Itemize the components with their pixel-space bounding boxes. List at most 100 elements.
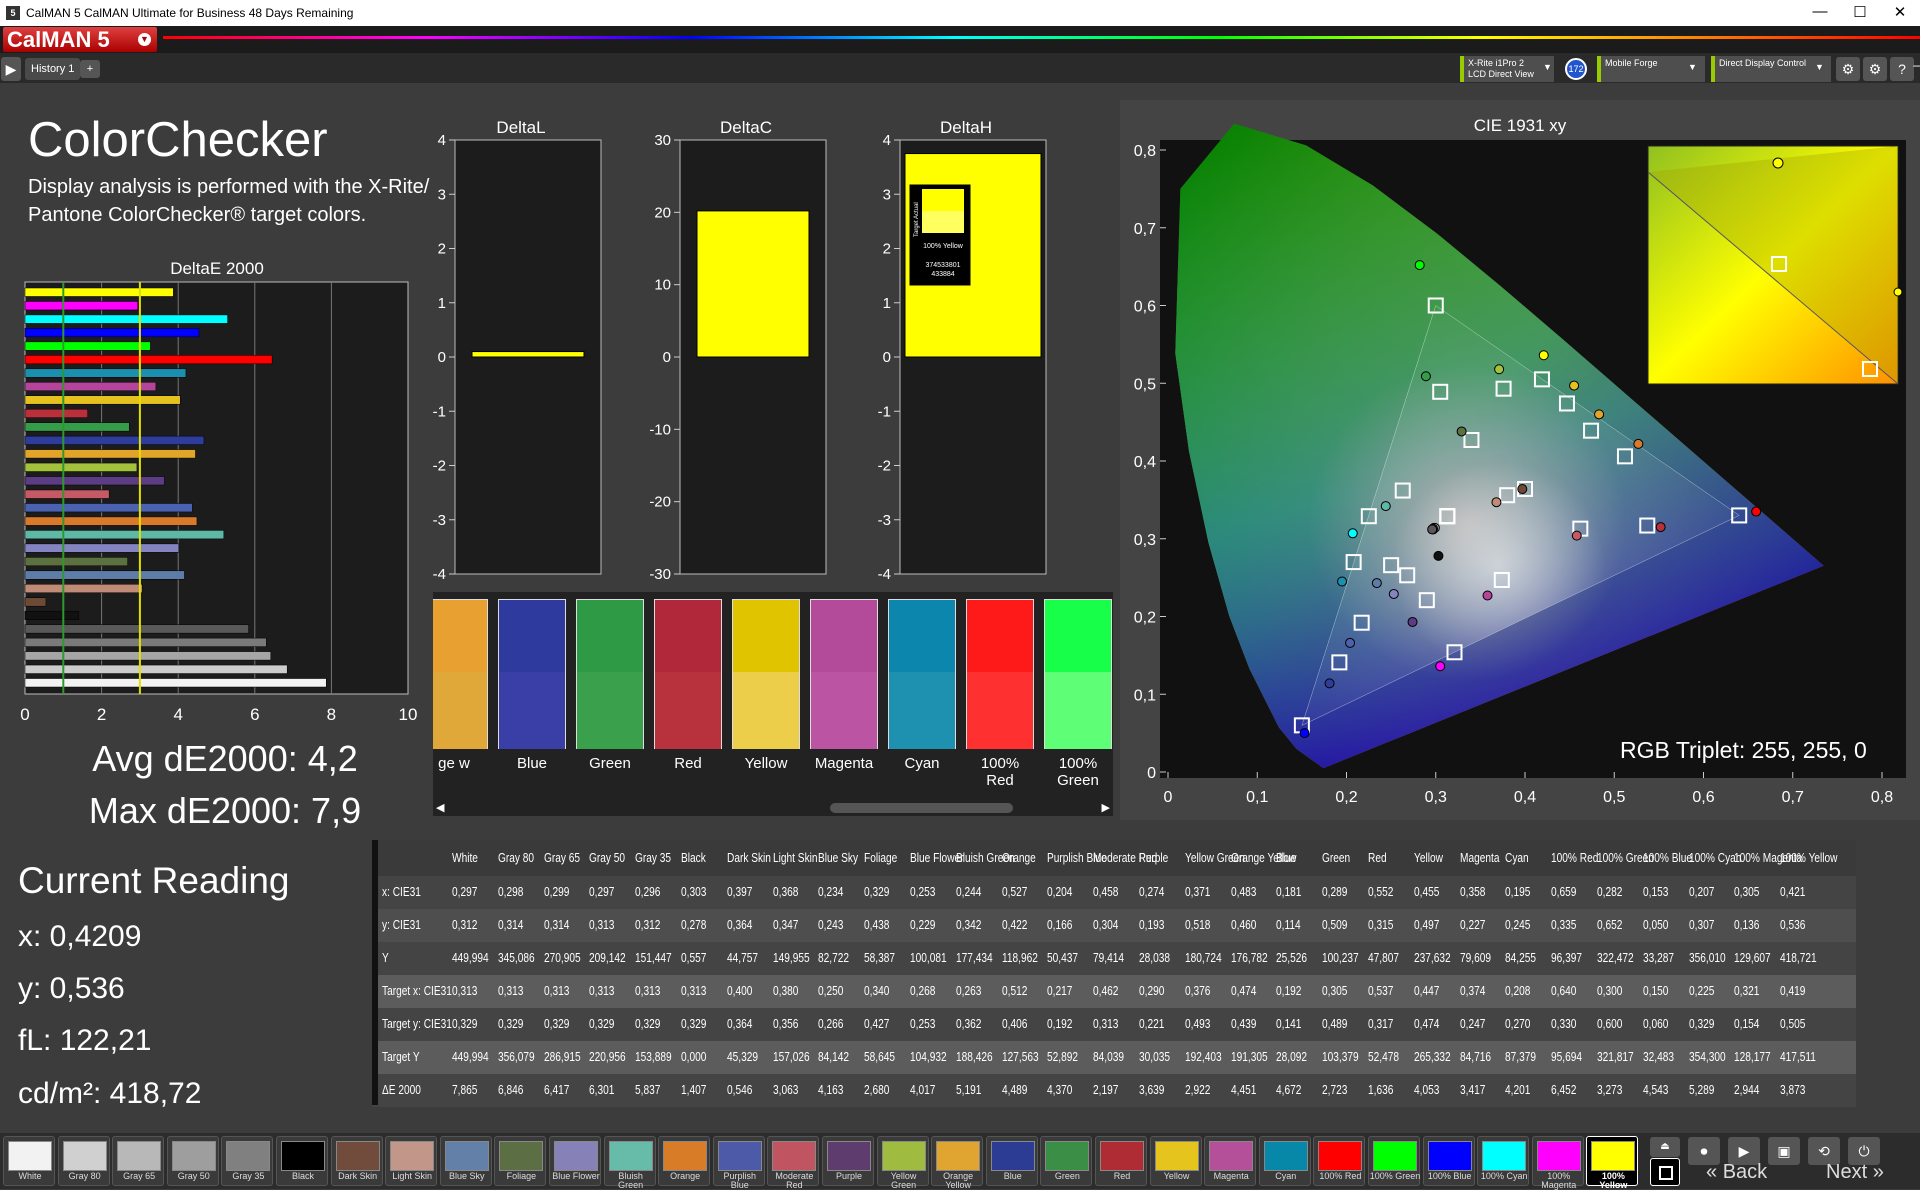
- table-cell: 0,342: [955, 917, 982, 932]
- swatch-button[interactable]: Gray 65: [112, 1136, 165, 1186]
- meter-mode: LCD Direct View: [1468, 69, 1534, 79]
- gear-icon[interactable]: ⚙: [1863, 57, 1887, 81]
- table-cell: 0,313: [497, 983, 524, 998]
- patch-strip: ge w Blue Green Red Yellow Magenta Cyan 100% Re…: [433, 592, 1113, 800]
- swatch-button[interactable]: Purple: [822, 1136, 874, 1186]
- swatch-button[interactable]: 100% Blue: [1422, 1136, 1475, 1186]
- swatch-button[interactable]: Blue Flower: [549, 1136, 601, 1186]
- play-icon[interactable]: ▶: [1, 57, 21, 81]
- swatch-button[interactable]: Yellow Green: [876, 1136, 929, 1190]
- table-cell: 5,289: [1688, 1082, 1714, 1097]
- patch-actual-half: [499, 672, 565, 749]
- swatch-button[interactable]: 100% Yellow: [1586, 1136, 1639, 1190]
- table-cell: 0,419: [1780, 983, 1806, 998]
- swatch-button[interactable]: Cyan: [1258, 1136, 1311, 1186]
- swatch-button[interactable]: 100% Red: [1313, 1136, 1366, 1186]
- rainbow-strip: [163, 36, 1920, 39]
- table-column-header: Purple: [1139, 850, 1169, 865]
- swatch-button[interactable]: Blue: [985, 1136, 1038, 1186]
- deltae-bar: [24, 462, 138, 472]
- deltah-tick-label: 2: [883, 241, 891, 258]
- table-cell: 0,313: [635, 983, 661, 998]
- save-icon[interactable]: ▣: [1768, 1137, 1800, 1165]
- minimize-icon[interactable]: —: [1800, 3, 1840, 20]
- table-cell: 0,217: [1047, 983, 1073, 998]
- chevron-down-icon[interactable]: ▼: [1543, 62, 1552, 72]
- settings-icon[interactable]: ⚙: [1836, 57, 1860, 81]
- deltae-bar: [24, 637, 267, 647]
- deltac-tick-label: 10: [654, 277, 671, 294]
- swatch-button[interactable]: Purplish Blue: [712, 1136, 765, 1190]
- deltae-chart-title: DeltaE 2000: [170, 259, 264, 278]
- eject-icon[interactable]: ⏏: [1650, 1137, 1680, 1157]
- patch-label: 100% Red: [980, 755, 1020, 789]
- back-button[interactable]: « Back: [1706, 1161, 1767, 1184]
- swatch-button[interactable]: 100% Magenta: [1531, 1136, 1584, 1190]
- swatch-label: Black: [291, 1171, 314, 1181]
- swatch-button[interactable]: Gray 35: [221, 1136, 274, 1186]
- swatch-color: [1100, 1141, 1144, 1171]
- table-cell: 4,053: [1413, 1082, 1440, 1097]
- patch-scrollbar[interactable]: ◀ ▶: [433, 800, 1113, 816]
- swatch-button[interactable]: Green: [1040, 1136, 1093, 1186]
- patch-label: 100% Green: [1057, 755, 1099, 789]
- maximize-icon[interactable]: ☐: [1840, 3, 1880, 21]
- swatch-button[interactable]: Black: [276, 1136, 328, 1186]
- patch-label: Red: [674, 755, 702, 772]
- app-logo-button[interactable]: CalMAN 5 ▼: [3, 27, 157, 52]
- deltah-inset-value: 374533801: [925, 262, 960, 269]
- scroll-right-icon[interactable]: ▶: [1102, 801, 1110, 814]
- scrollbar-thumb[interactable]: [830, 803, 1013, 813]
- cie-actual-point: [1482, 590, 1493, 601]
- swatch-button[interactable]: Orange Yellow: [931, 1136, 984, 1190]
- swatch-button[interactable]: Red: [1095, 1136, 1147, 1186]
- app-icon: 5: [6, 6, 20, 20]
- meter-selector[interactable]: X-Rite i1Pro 2 LCD Direct View: [1460, 56, 1554, 82]
- meter-badge[interactable]: 172: [1565, 58, 1587, 80]
- table-cell: 2,723: [1322, 1082, 1348, 1097]
- swatch-button[interactable]: Magenta: [1204, 1136, 1257, 1186]
- add-tab-icon[interactable]: +: [80, 60, 100, 78]
- swatch-button[interactable]: 100% Cyan: [1477, 1136, 1530, 1186]
- swatch-button[interactable]: 100% Green: [1368, 1136, 1420, 1186]
- deltal-tick-label: 4: [438, 132, 446, 149]
- scroll-left-icon[interactable]: ◀: [436, 801, 444, 814]
- max-de-label: Max dE2000: 7,9: [88, 790, 362, 831]
- swatch-color: [171, 1141, 216, 1171]
- table-cell: 25,526: [1276, 950, 1308, 965]
- swatch-button[interactable]: Moderate Red: [767, 1136, 820, 1190]
- swatch-button[interactable]: Light Skin: [385, 1136, 438, 1186]
- swatch-button[interactable]: Dark Skin: [330, 1136, 383, 1186]
- help-icon[interactable]: ?: [1890, 57, 1914, 81]
- display-selector[interactable]: Direct Display Control: [1711, 56, 1831, 82]
- next-button[interactable]: Next »: [1826, 1161, 1884, 1184]
- tab-history-1[interactable]: History 1: [25, 58, 81, 80]
- chevron-down-icon[interactable]: ▼: [1688, 62, 1697, 72]
- swatch-button[interactable]: Orange: [658, 1136, 711, 1186]
- table-cell: 4,370: [1047, 1082, 1073, 1097]
- table-cell: 0,250: [818, 983, 844, 998]
- swatch-color: [1209, 1141, 1254, 1171]
- swatch-button[interactable]: Gray 80: [57, 1136, 110, 1186]
- close-icon[interactable]: ✕: [1880, 3, 1920, 21]
- swatch-button[interactable]: Yellow: [1149, 1136, 1202, 1186]
- deltal-tick-label: 0: [438, 349, 446, 366]
- stop-button[interactable]: [1650, 1158, 1680, 1186]
- swatch-color: [499, 1141, 544, 1171]
- swatch-button[interactable]: Gray 50: [166, 1136, 219, 1186]
- swatch-button[interactable]: Foliage: [494, 1136, 547, 1186]
- table-cell: 0,282: [1597, 884, 1623, 899]
- swatch-button[interactable]: Bluish Green: [603, 1136, 656, 1190]
- swatch-button[interactable]: Blue Sky: [439, 1136, 492, 1186]
- chevron-down-icon[interactable]: ▼: [1815, 62, 1824, 72]
- pin-icon[interactable]: ⊣: [1912, 58, 1920, 75]
- table-cell: 0,114: [1276, 917, 1302, 932]
- color-patch: [1044, 599, 1112, 749]
- deltae-tick-label: 6: [250, 705, 259, 724]
- table-cell: 0,364: [726, 1016, 753, 1031]
- table-cell: 0,358: [1459, 884, 1485, 899]
- current-x: x: 0,4209: [18, 920, 142, 953]
- deltae-bar: [24, 301, 139, 311]
- swatch-button[interactable]: White: [3, 1136, 55, 1186]
- table-cell: 100,237: [1322, 950, 1359, 965]
